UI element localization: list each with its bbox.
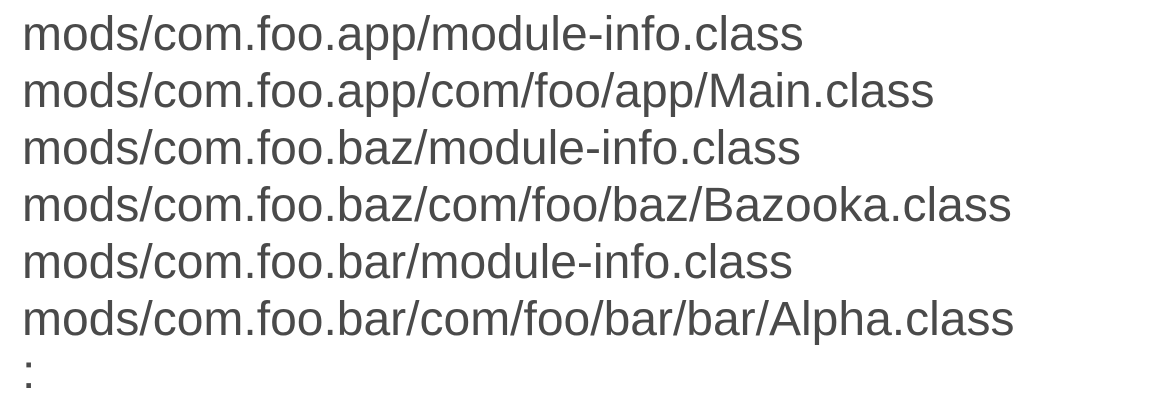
file-listing: mods/com.foo.app/module-info.class mods/… — [22, 6, 1014, 398]
file-path-line: mods/com.foo.baz/com/foo/baz/Bazooka.cla… — [22, 179, 1012, 232]
file-path-line: mods/com.foo.bar/module-info.class — [22, 236, 793, 289]
file-path-line: mods/com.foo.bar/com/foo/bar/bar/Alpha.c… — [22, 293, 1015, 346]
file-path-line: mods/com.foo.baz/module-info.class — [22, 122, 802, 175]
file-path-line: mods/com.foo.app/module-info.class — [22, 8, 804, 61]
continuation-marker: : — [22, 346, 36, 399]
file-path-line: mods/com.foo.app/com/foo/app/Main.class — [22, 65, 935, 118]
